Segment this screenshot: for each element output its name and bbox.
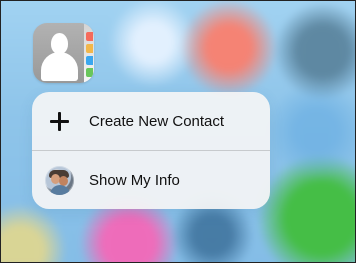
avatar-icon <box>45 165 74 195</box>
gold-tab-icon <box>86 44 93 53</box>
contacts-tabs-icon <box>84 23 94 83</box>
create-new-contact-action[interactable]: Create New Contact <box>32 92 270 150</box>
show-my-info-label: Show My Info <box>89 171 180 189</box>
blue-tab-icon <box>86 56 93 65</box>
plus-icon <box>45 107 74 136</box>
contacts-app-icon[interactable] <box>33 23 94 83</box>
person-head-icon <box>51 33 68 54</box>
show-my-info-action[interactable]: Show My Info <box>32 151 270 209</box>
person-body-icon <box>41 52 78 81</box>
quick-actions-menu: Create New Contact Show My Info <box>32 92 270 209</box>
face-icon <box>59 175 68 186</box>
home-screen-preview: Create New Contact Show My Info <box>0 0 356 263</box>
green-tab-icon <box>86 68 93 77</box>
shirt-icon <box>50 184 70 195</box>
create-new-contact-label: Create New Contact <box>89 112 225 130</box>
red-tab-icon <box>86 32 93 41</box>
